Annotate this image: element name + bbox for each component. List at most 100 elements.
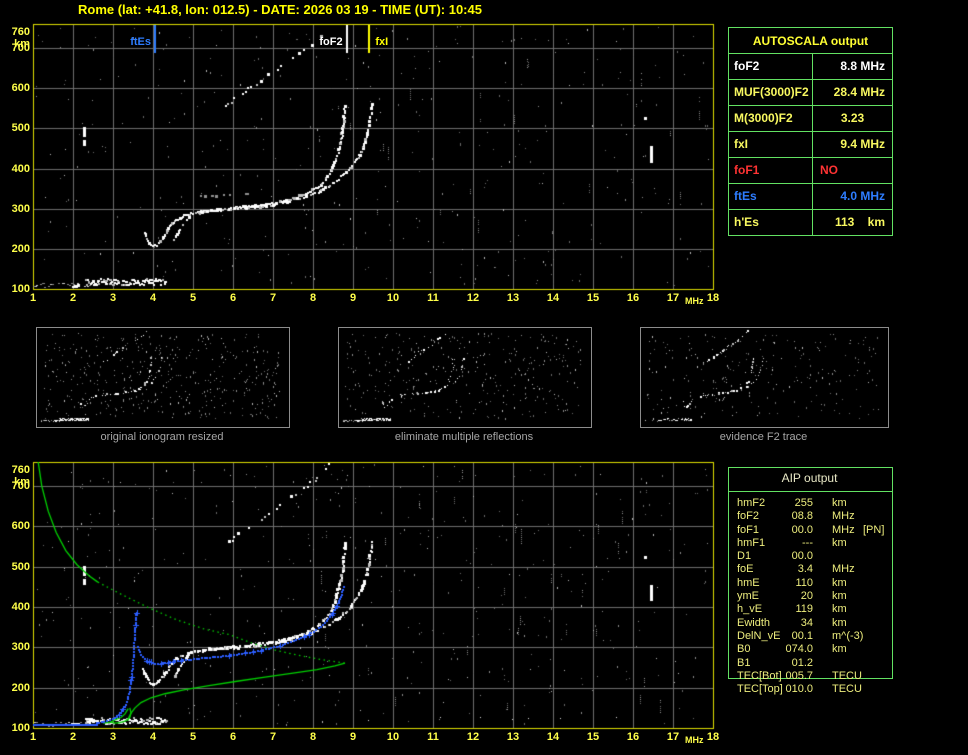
aip-row-tec-bot: TEC[Bot] 005.7 TECU: [737, 670, 889, 683]
x-tick-label: 4: [149, 292, 157, 304]
aip-row-value: 00.0: [791, 523, 813, 536]
x-tick-label: 5: [189, 292, 197, 304]
x-tick-label: 4: [149, 731, 157, 743]
x-tick-label: 18: [706, 731, 720, 743]
autoscala-row-fxi: fxI 9.4 MHz: [729, 132, 892, 158]
x-tick-label: 2: [69, 731, 77, 743]
aip-row-label: B0: [737, 643, 751, 656]
aip-row-tec-top: TEC[Top] 010.0 TECU: [737, 683, 889, 696]
aip-row-b0: B0 074.0 km: [737, 643, 889, 656]
aip-row-value: 005.7: [785, 669, 813, 682]
thumbnail-caption: evidence F2 trace: [719, 431, 808, 443]
x-tick-label: 12: [466, 292, 480, 304]
y-tick-label: 200: [11, 681, 30, 694]
aip-row-note: [PN]: [863, 523, 885, 536]
thumbnail-original-ionogram: [36, 327, 290, 428]
aip-row-fof2: foF2 08.8 MHz: [737, 510, 889, 523]
autoscala-row-value: 9.4 MHz: [840, 137, 885, 151]
aip-row-value: 255: [794, 497, 813, 509]
y-tick-label: 400: [11, 601, 30, 614]
y-tick-label: 500: [11, 122, 30, 135]
x-tick-label: 8: [309, 731, 317, 743]
thumbnail-caption: original ionogram resized: [100, 431, 224, 443]
y-tick-label: 600: [11, 520, 30, 533]
y-tick-label: 760: [11, 464, 30, 476]
aip-row-hme: hmE 110 km: [737, 577, 889, 590]
aip-row-ewidth: Ewidth 34 km: [737, 617, 889, 630]
autoscala-row-value: NO: [820, 163, 838, 177]
aip-row-unit: MHz: [832, 510, 855, 523]
autoscala-row-label: foF2: [729, 54, 813, 79]
y-axis-unit-label: km: [14, 38, 30, 50]
x-tick-label: 16: [626, 292, 640, 304]
aip-row-unit: m^(-3): [832, 629, 864, 642]
aip-row-label: D1: [737, 550, 752, 563]
marker-label-fof2: foF2: [319, 36, 343, 48]
x-tick-label: 18: [706, 292, 720, 304]
aip-row-value: 119: [795, 603, 813, 616]
aip-row-unit: MHz: [832, 563, 855, 576]
aip-row-unit: km: [832, 603, 847, 616]
aip-row-b1: B1 01.2: [737, 657, 889, 670]
autoscala-table-title: AUTOSCALA output: [729, 28, 892, 54]
x-tick-label: 17: [666, 292, 680, 304]
aip-row-value: 34: [800, 616, 813, 629]
aip-row-label: foF1: [737, 523, 760, 536]
y-tick-label: 300: [11, 641, 30, 654]
autoscala-row-value: 113 km: [834, 215, 885, 229]
autoscala-row-label: h'Es: [729, 210, 813, 235]
aip-row-unit: km: [832, 616, 847, 629]
aip-row-unit: TECU: [832, 669, 862, 682]
x-tick-label: 9: [349, 731, 357, 743]
x-tick-label: 15: [586, 731, 600, 743]
aip-row-unit: km: [832, 590, 847, 603]
aip-row-value: 00.1: [791, 629, 813, 642]
x-tick-label: 14: [546, 731, 560, 743]
aip-row-label: B1: [737, 656, 751, 669]
thumbnail-eliminate-reflections: [338, 327, 592, 428]
aip-row-value: 08.8: [791, 510, 813, 523]
x-tick-label: 11: [427, 731, 439, 743]
autoscala-output-table: AUTOSCALA output foF2 8.8 MHz MUF(3000)F2 2…: [728, 27, 893, 236]
x-tick-label: 1: [29, 292, 37, 304]
aip-row-label: foE: [737, 563, 754, 576]
x-tick-label: 15: [586, 292, 600, 304]
aip-row-fof1: foF1 00.0 MHz [PN]: [737, 524, 889, 537]
x-tick-label: 12: [466, 731, 480, 743]
aip-row-unit: km: [832, 643, 847, 656]
aip-row-label: hmF2: [737, 497, 766, 509]
aip-row-value: 110: [795, 576, 813, 589]
autoscala-row-h-es: h'Es 113 km: [729, 210, 892, 235]
autoscala-row-m-3000-f2: M(3000)F2 3.23: [729, 106, 892, 132]
autoscala-row-muf-3000-f2: MUF(3000)F2 28.4 MHz: [729, 80, 892, 106]
aip-row-unit: MHz: [832, 523, 855, 536]
autoscala-row-label: foF1: [729, 158, 813, 183]
autoscala-row-value: 3.23: [840, 111, 865, 125]
marker-label-fxi: fxI: [375, 36, 389, 48]
aip-row-hmf1: hmF1 --- km: [737, 537, 889, 550]
x-tick-label: 14: [546, 292, 560, 304]
x-tick-label: 13: [506, 292, 520, 304]
aip-row-value: 00.0: [791, 550, 813, 563]
x-tick-label: 1: [29, 731, 37, 743]
x-tick-label: 3: [109, 292, 117, 304]
x-tick-label: 9: [349, 292, 357, 304]
aip-row-label: DelN_vE: [737, 629, 781, 642]
aip-row-label: hmE: [737, 576, 760, 589]
aip-row-label: hmF1: [737, 536, 766, 549]
x-tick-label: 2: [69, 292, 77, 304]
x-axis-unit-label: MHz: [685, 735, 704, 745]
thumbnail-evidence-f2-trace: [640, 327, 889, 428]
autoscala-row-value: 8.8 MHz: [840, 59, 885, 73]
y-tick-label: 400: [11, 162, 30, 175]
aip-row-value: 074.0: [785, 643, 813, 656]
aip-row-foe: foE 3.4 MHz: [737, 563, 889, 576]
y-tick-label: 100: [11, 722, 30, 734]
x-tick-label: 5: [189, 731, 197, 743]
autoscala-row-value: 4.0 MHz: [840, 189, 885, 203]
aip-row-label: h_vE: [737, 603, 763, 616]
x-tick-label: 3: [109, 731, 117, 743]
autoscala-row-label: MUF(3000)F2: [729, 80, 813, 105]
aip-row-deln-ve: DelN_vE 00.1 m^(-3): [737, 630, 889, 643]
autoscala-row-fof1: foF1 NO: [729, 158, 892, 184]
